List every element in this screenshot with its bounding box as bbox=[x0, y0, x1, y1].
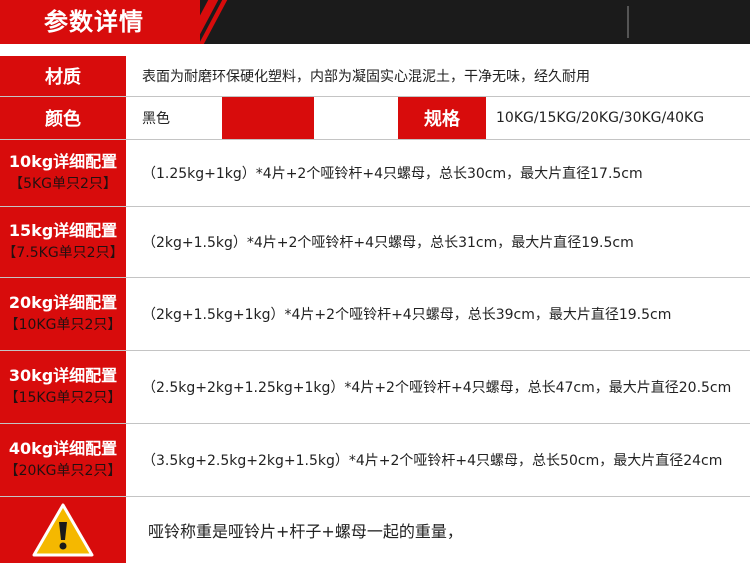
material-row: 材质 表面为耐磨环保硬化塑料，内部为凝固实心混泥土，干净无味，经久耐用 bbox=[0, 56, 750, 96]
config-row: 20kg详细配置 【10KG单只2只】 （2kg+1.5kg+1kg）*4片+2… bbox=[0, 278, 750, 350]
config-subtitle: 【10KG单只2只】 bbox=[4, 317, 122, 333]
config-subtitle: 【7.5KG单只2只】 bbox=[2, 245, 124, 261]
product-spec-page: 参数详情 材质 表面为耐磨环保硬化塑料，内部为凝固实心混泥土，干净无味，经久耐用… bbox=[0, 0, 750, 563]
config-subtitle: 【15KG单只2只】 bbox=[4, 390, 122, 406]
config-label: 10kg详细配置 【5KG单只2只】 bbox=[0, 140, 126, 206]
config-row: 10kg详细配置 【5KG单只2只】 （1.25kg+1kg）*4片+2个哑铃杆… bbox=[0, 140, 750, 206]
config-label: 20kg详细配置 【10KG单只2只】 bbox=[0, 278, 126, 350]
header-divider bbox=[627, 6, 629, 38]
config-row: 15kg详细配置 【7.5KG单只2只】 （2kg+1.5kg）*4片+2个哑铃… bbox=[0, 207, 750, 277]
spec-value: 10KG/15KG/20KG/30KG/40KG bbox=[486, 97, 750, 139]
config-value: （2.5kg+2kg+1.25kg+1kg）*4片+2个哑铃杆+4只螺母，总长4… bbox=[132, 351, 750, 423]
config-label: 15kg详细配置 【7.5KG单只2只】 bbox=[0, 207, 126, 277]
spec-label: 规格 bbox=[398, 97, 486, 139]
config-value: （3.5kg+2.5kg+2kg+1.5kg）*4片+2个哑铃杆+4只螺母，总长… bbox=[132, 424, 750, 496]
config-title: 30kg详细配置 bbox=[8, 366, 118, 385]
material-label: 材质 bbox=[0, 56, 126, 96]
config-value: （2kg+1.5kg+1kg）*4片+2个哑铃杆+4只螺母，总长39cm，最大片… bbox=[132, 278, 750, 350]
section-header: 参数详情 bbox=[0, 0, 750, 44]
color-label: 颜色 bbox=[0, 97, 126, 139]
config-label: 30kg详细配置 【15KG单只2只】 bbox=[0, 351, 126, 423]
material-value: 表面为耐磨环保硬化塑料，内部为凝固实心混泥土，干净无味，经久耐用 bbox=[132, 56, 750, 96]
config-title: 15kg详细配置 bbox=[8, 221, 118, 240]
section-title: 参数详情 bbox=[44, 8, 144, 36]
color-value: 黑色 bbox=[132, 97, 222, 139]
note-row: 哑铃称重是哑铃片+杆子+螺母一起的重量， bbox=[0, 497, 750, 563]
config-value: （1.25kg+1kg）*4片+2个哑铃杆+4只螺母，总长30cm，最大片直径1… bbox=[132, 140, 750, 206]
warning-icon bbox=[32, 503, 94, 557]
config-subtitle: 【5KG单只2只】 bbox=[9, 176, 117, 192]
color-swatch bbox=[222, 97, 314, 139]
config-label: 40kg详细配置 【20KG单只2只】 bbox=[0, 424, 126, 496]
config-title: 10kg详细配置 bbox=[8, 152, 118, 171]
warning-cell bbox=[0, 497, 126, 563]
config-subtitle: 【20KG单只2只】 bbox=[4, 463, 122, 479]
config-value: （2kg+1.5kg）*4片+2个哑铃杆+4只螺母，总长31cm，最大片直径19… bbox=[132, 207, 750, 277]
config-row: 30kg详细配置 【15KG单只2只】 （2.5kg+2kg+1.25kg+1k… bbox=[0, 351, 750, 423]
config-title: 20kg详细配置 bbox=[8, 293, 118, 312]
config-title: 40kg详细配置 bbox=[8, 439, 118, 458]
color-spec-row: 颜色 黑色 规格 10KG/15KG/20KG/30KG/40KG bbox=[0, 97, 750, 139]
spec-table: 材质 表面为耐磨环保硬化塑料，内部为凝固实心混泥土，干净无味，经久耐用 颜色 黑… bbox=[0, 56, 750, 563]
config-row: 40kg详细配置 【20KG单只2只】 （3.5kg+2.5kg+2kg+1.5… bbox=[0, 424, 750, 496]
note-text: 哑铃称重是哑铃片+杆子+螺母一起的重量， bbox=[132, 497, 750, 563]
